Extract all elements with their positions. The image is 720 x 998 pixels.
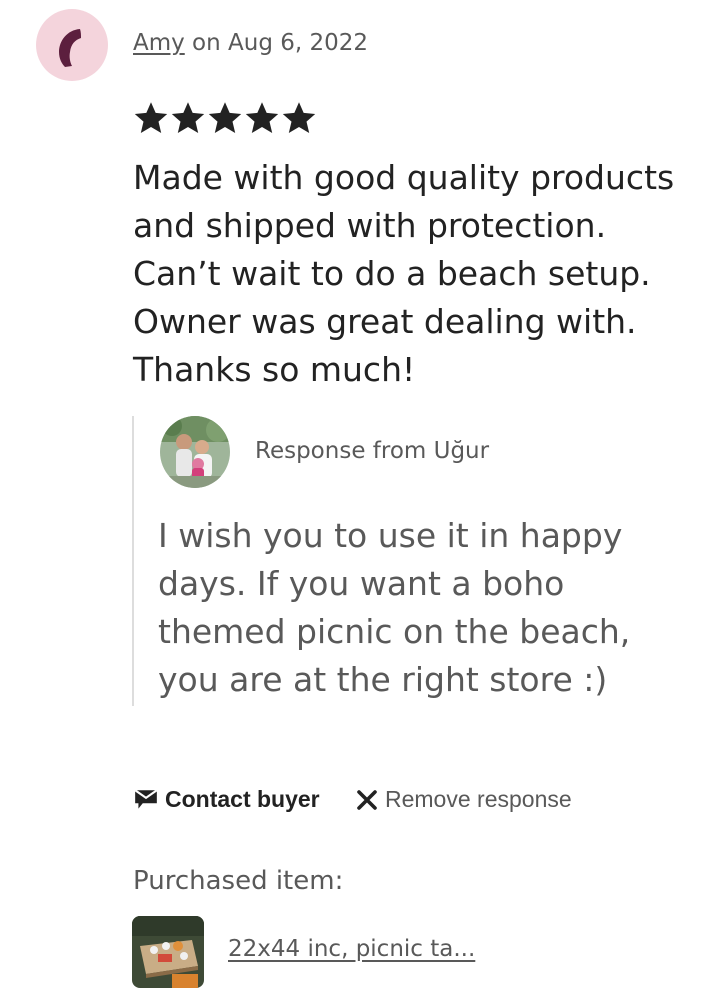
remove-response-button[interactable]: Remove response <box>355 786 572 813</box>
contact-buyer-label: Contact buyer <box>165 786 320 812</box>
response-heading: Response from Uğur <box>255 438 490 464</box>
response-text: I wish you to use it in happy days. If y… <box>158 516 631 699</box>
message-icon <box>134 788 158 809</box>
review-byline: Amy on Aug 6, 2022 <box>133 30 368 56</box>
reviewer-avatar-glyph-icon <box>59 29 81 67</box>
star-icon <box>282 102 316 133</box>
star-icon <box>208 102 242 133</box>
purchased-item-link[interactable]: 22x44 inc, picnic ta... <box>228 936 475 962</box>
review-date: Aug 6, 2022 <box>228 30 369 56</box>
seller-photo-image <box>160 416 230 488</box>
star-rating <box>133 100 317 136</box>
remove-response-label: Remove response <box>385 786 572 812</box>
reviewer-avatar[interactable] <box>36 9 108 81</box>
star-icon <box>171 102 205 133</box>
star-icon <box>245 102 279 133</box>
close-icon <box>357 789 377 810</box>
contact-buyer-button[interactable]: Contact buyer <box>133 786 320 813</box>
purchased-item-thumbnail[interactable] <box>132 916 204 988</box>
purchased-item-label: Purchased item: <box>133 866 344 896</box>
byline-date-prefix: on <box>184 30 229 56</box>
seller-avatar[interactable] <box>160 416 230 488</box>
reviewer-name-link[interactable]: Amy <box>133 30 185 56</box>
item-photo-image <box>132 916 204 988</box>
response-divider <box>132 416 134 706</box>
review-text: Made with good quality products and ship… <box>133 158 675 389</box>
star-icon <box>134 102 168 133</box>
